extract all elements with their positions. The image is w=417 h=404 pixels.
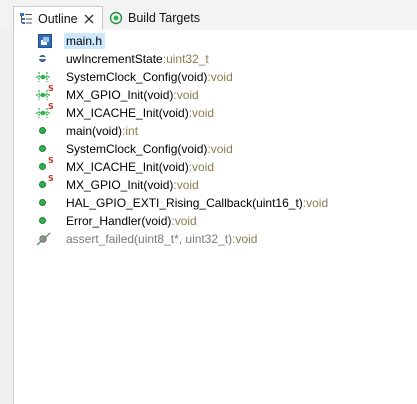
outline-item-type: void xyxy=(192,106,215,120)
static-function-declaration-icon: S xyxy=(36,84,54,103)
outline-item-error-handler[interactable]: Error_Handler(void) : void xyxy=(36,212,200,230)
outline-item-name: MX_ICACHE_Init(void) xyxy=(66,160,189,174)
outline-item-main-h[interactable]: main.h xyxy=(36,32,106,50)
outline-item-type: void xyxy=(174,214,197,228)
outline-item-mx-gpio-init[interactable]: S MX_GPIO_Init(void) : void xyxy=(36,174,202,194)
outline-item-name: HAL_GPIO_EXTI_Rising_Callback(uint16_t) xyxy=(66,196,303,210)
outline-item-name: main.h xyxy=(66,34,103,48)
header-file-icon xyxy=(36,33,54,49)
outline-item-type: int xyxy=(125,124,139,138)
outline-item-mx-gpio-init-decl[interactable]: S MX_GPIO_Init(void) : void xyxy=(36,84,202,104)
static-function-declaration-icon: S xyxy=(36,102,54,121)
outline-item-systemclock-config-decl[interactable]: SystemClock_Config(void) : void xyxy=(36,68,236,86)
build-targets-icon xyxy=(108,10,124,26)
function-icon xyxy=(36,195,54,211)
outline-item-name: MX_GPIO_Init(void) xyxy=(66,178,174,192)
tab-build-targets[interactable]: Build Targets xyxy=(104,6,214,30)
function-icon xyxy=(36,123,54,139)
outline-view-icon xyxy=(18,11,34,27)
outline-item-uwincrementstate[interactable]: uwIncrementState : uint32_t xyxy=(36,50,212,68)
view-tab-bar: Outline Build Targets xyxy=(0,0,417,31)
static-function-icon: S xyxy=(36,156,54,175)
field-icon xyxy=(36,51,54,67)
inactive-function-icon xyxy=(36,231,54,247)
outline-item-name: MX_ICACHE_Init(void) xyxy=(66,106,189,120)
static-function-icon: S xyxy=(36,174,54,193)
outline-item-type: uint32_t xyxy=(166,52,209,66)
outline-item-main[interactable]: main(void) : int xyxy=(36,122,141,140)
outline-item-name: uwIncrementState xyxy=(66,52,163,66)
outline-item-hal-gpio-exti-rising-callback[interactable]: HAL_GPIO_EXTI_Rising_Callback(uint16_t) … xyxy=(36,194,331,212)
outline-item-name: MX_GPIO_Init(void) xyxy=(66,88,174,102)
close-icon[interactable] xyxy=(84,14,94,24)
tab-outline-label: Outline xyxy=(38,12,78,26)
outline-tree[interactable]: main.h uwIncrementState : uint32_t Syste… xyxy=(13,30,417,404)
outline-item-name: SystemClock_Config(void) xyxy=(66,142,208,156)
outline-item-name: assert_failed(uint8_t*, uint32_t) xyxy=(66,232,233,246)
outline-item-type: void xyxy=(192,160,215,174)
outline-item-name: SystemClock_Config(void) xyxy=(66,70,208,84)
outline-item-mx-icache-init-decl[interactable]: S MX_ICACHE_Init(void) : void xyxy=(36,102,217,122)
outline-item-type: void xyxy=(210,70,233,84)
outline-item-name: Error_Handler(void) xyxy=(66,214,172,228)
outline-item-type: void xyxy=(210,142,233,156)
tab-build-targets-label: Build Targets xyxy=(128,11,201,25)
function-icon xyxy=(36,141,54,157)
outline-item-assert-failed[interactable]: assert_failed(uint8_t*, uint32_t) : void xyxy=(36,230,260,248)
outline-item-mx-icache-init[interactable]: S MX_ICACHE_Init(void) : void xyxy=(36,156,217,176)
function-icon xyxy=(36,213,54,229)
outline-item-type: void xyxy=(306,196,329,210)
outline-item-systemclock-config[interactable]: SystemClock_Config(void) : void xyxy=(36,140,236,158)
tab-outline[interactable]: Outline xyxy=(13,6,103,31)
outline-item-name: main(void) xyxy=(66,124,123,138)
outline-item-type: void xyxy=(176,178,199,192)
function-declaration-icon xyxy=(36,69,54,85)
outline-item-type: void xyxy=(176,88,199,102)
outline-item-type: void xyxy=(235,232,258,246)
